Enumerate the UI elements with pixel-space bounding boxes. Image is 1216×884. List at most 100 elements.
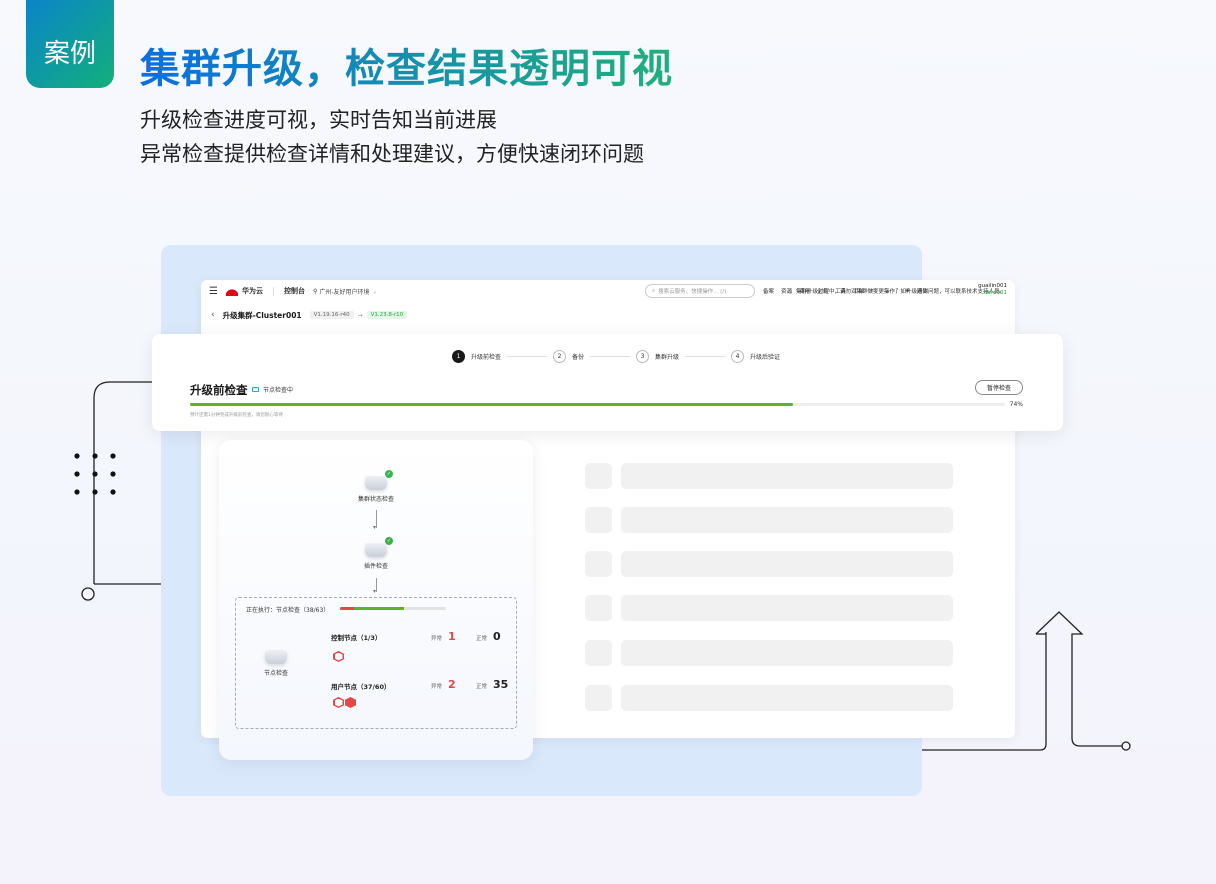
control-nodes-label: 控制节点（1/3） bbox=[331, 634, 382, 642]
huawei-logo-icon bbox=[225, 286, 238, 296]
arrow-right-icon: → bbox=[357, 311, 363, 319]
step-number: 1 bbox=[452, 350, 465, 363]
addon-check-node: ✓ 插件检查 bbox=[346, 537, 406, 570]
skeleton-row bbox=[621, 595, 953, 621]
step-4: 4 升级后验证 bbox=[731, 350, 780, 363]
progress-abnormal-fill bbox=[340, 607, 354, 610]
page-header: ‹ 升级集群-Cluster001 V1.19.16-r40 → V1.23.8… bbox=[201, 304, 1015, 326]
step-label: 升级后验证 bbox=[750, 354, 781, 361]
node-status-icon bbox=[252, 387, 259, 392]
headline: 集群升级，检查结果透明可视 bbox=[140, 36, 673, 94]
step-1: 1 升级前检查 bbox=[452, 350, 501, 363]
node-label: 节点检查 bbox=[263, 670, 288, 677]
skeleton-block bbox=[585, 640, 612, 666]
progress-bar bbox=[190, 403, 1005, 406]
node-check-progress bbox=[340, 607, 446, 610]
eta-hint: 预计还需1分钟完成升级前检查，请您耐心等待 bbox=[190, 413, 283, 418]
step-2: 2 备份 bbox=[553, 350, 584, 363]
check-title: 升级前检查 bbox=[190, 383, 248, 397]
flow-connector bbox=[376, 510, 377, 528]
check-status-text: 节点检查中 bbox=[263, 387, 294, 394]
running-status: 正在执行：节点检查（38/63） bbox=[246, 607, 330, 614]
back-arrow-icon[interactable]: ‹ bbox=[211, 310, 215, 320]
step-connector bbox=[685, 356, 726, 357]
step-3: 3 集群升级 bbox=[636, 350, 679, 363]
search-placeholder: 搜索云服务、快捷操作... (/) bbox=[658, 289, 727, 295]
arrow-down-icon: ▾ bbox=[373, 588, 377, 595]
progress-normal-fill bbox=[353, 607, 404, 610]
dot-grid-icon bbox=[74, 453, 116, 495]
node-check-panel: 正在执行：节点检查（38/63） 节点检查 控制节点（1/3） 异常 1 正常 … bbox=[235, 597, 517, 729]
subtitle-1: 升级检查进度可视，实时告知当前进展 bbox=[140, 108, 497, 132]
stepper: 1 升级前检查 2 备份 3 集群升级 4 升级后验证 bbox=[452, 350, 780, 363]
step-label: 升级前检查 bbox=[471, 354, 502, 361]
nav-beian[interactable]: 备案 bbox=[763, 287, 774, 295]
page-title: 升级集群-Cluster001 bbox=[222, 310, 302, 320]
control-abnormal[interactable]: 异常 1 bbox=[431, 630, 456, 643]
progress-fill bbox=[190, 403, 794, 406]
check-flow-card: ✓ 集群状态检查 ▾ ✓ 插件检查 ▾ 正在执行：节点检查（38/63） 节点检… bbox=[219, 440, 533, 760]
divider bbox=[272, 286, 274, 296]
step-number: 2 bbox=[553, 350, 567, 363]
skeleton-row bbox=[621, 507, 953, 533]
skeleton-block bbox=[585, 507, 612, 533]
step-number: 3 bbox=[636, 350, 650, 363]
user-nodes-label: 用户节点（37/60） bbox=[331, 683, 391, 691]
progress-percent: 74% bbox=[1009, 401, 1023, 408]
abnormal-node-hex-icon[interactable] bbox=[345, 697, 356, 708]
abnormal-count: 2 bbox=[448, 678, 456, 691]
megaphone-icon: ◁ bbox=[787, 289, 792, 295]
search-icon: ⌕ bbox=[652, 287, 656, 294]
node-check-icon bbox=[265, 650, 287, 664]
console-link[interactable]: 控制台 bbox=[284, 286, 305, 296]
user-normal[interactable]: 正常 35 bbox=[476, 678, 508, 691]
arrow-down-icon: ▾ bbox=[373, 524, 377, 531]
skeleton-block bbox=[585, 463, 612, 489]
target-version-badge: V1.23.8-r10 bbox=[366, 311, 408, 319]
control-normal[interactable]: 正常 0 bbox=[476, 630, 501, 643]
skeleton-block bbox=[585, 595, 612, 621]
normal-label: 正常 bbox=[476, 636, 488, 642]
check-status: 节点检查中 bbox=[252, 385, 293, 394]
precheck-card: 1 升级前检查 2 备份 3 集群升级 4 升级后验证 升级前检查 节点检查中 … bbox=[152, 334, 1063, 431]
subtitle-2: 异常检查提供检查详情和处理建议，方便快速闭环问题 bbox=[140, 142, 644, 166]
search-input[interactable]: ⌕ 搜索云服务、快捷操作... (/) bbox=[645, 284, 755, 298]
skeleton-row bbox=[621, 685, 953, 711]
upgrade-notice: ◁ 集群升级过程中，请勿对集群做变更操作，如升级遇到问题，可以联系技术支持人员。 bbox=[787, 287, 1005, 295]
node-label: 插件检查 bbox=[363, 563, 388, 570]
addon-node-icon: ✓ bbox=[365, 537, 393, 557]
location-pin-icon: ⚲ bbox=[312, 287, 318, 295]
menu-icon[interactable]: ☰ bbox=[209, 286, 218, 297]
node-check-node: 节点检查 bbox=[256, 650, 296, 677]
normal-count: 0 bbox=[493, 630, 501, 643]
skeleton-row bbox=[621, 463, 953, 489]
case-tag: 案例 bbox=[26, 0, 114, 88]
abnormal-node-hex-icon[interactable] bbox=[333, 651, 344, 662]
cluster-status-node: ✓ 集群状态检查 bbox=[346, 470, 406, 503]
pause-check-button[interactable]: 暂停检查 bbox=[975, 380, 1023, 395]
current-version-badge: V1.19.16-r40 bbox=[309, 311, 354, 319]
abnormal-label: 异常 bbox=[431, 636, 443, 642]
step-connector bbox=[590, 356, 631, 357]
abnormal-node-hex-icon[interactable] bbox=[333, 697, 344, 708]
skeleton-block bbox=[585, 685, 612, 711]
step-label: 集群升级 bbox=[655, 354, 680, 361]
region-selector[interactable]: 广州-友好用户环境 bbox=[319, 287, 369, 296]
brand-name[interactable]: 华为云 bbox=[242, 286, 263, 296]
skeleton-row bbox=[621, 640, 953, 666]
cluster-node-icon: ✓ bbox=[365, 470, 393, 490]
abnormal-label: 异常 bbox=[431, 684, 443, 690]
chevron-down-icon: ⌄ bbox=[372, 287, 378, 295]
check-icon: ✓ bbox=[385, 470, 393, 478]
skeleton-block bbox=[585, 551, 612, 577]
normal-label: 正常 bbox=[476, 684, 488, 690]
normal-count: 35 bbox=[493, 678, 509, 691]
step-label: 备份 bbox=[572, 354, 585, 361]
step-number: 4 bbox=[731, 350, 745, 363]
notice-text: 集群升级过程中，请勿对集群做变更操作，如升级遇到问题，可以联系技术支持人员。 bbox=[795, 289, 1005, 295]
check-icon: ✓ bbox=[385, 537, 393, 545]
flow-connector bbox=[376, 578, 377, 592]
user-abnormal[interactable]: 异常 2 bbox=[431, 678, 456, 691]
abnormal-count: 1 bbox=[448, 630, 456, 643]
skeleton-row bbox=[621, 551, 953, 577]
